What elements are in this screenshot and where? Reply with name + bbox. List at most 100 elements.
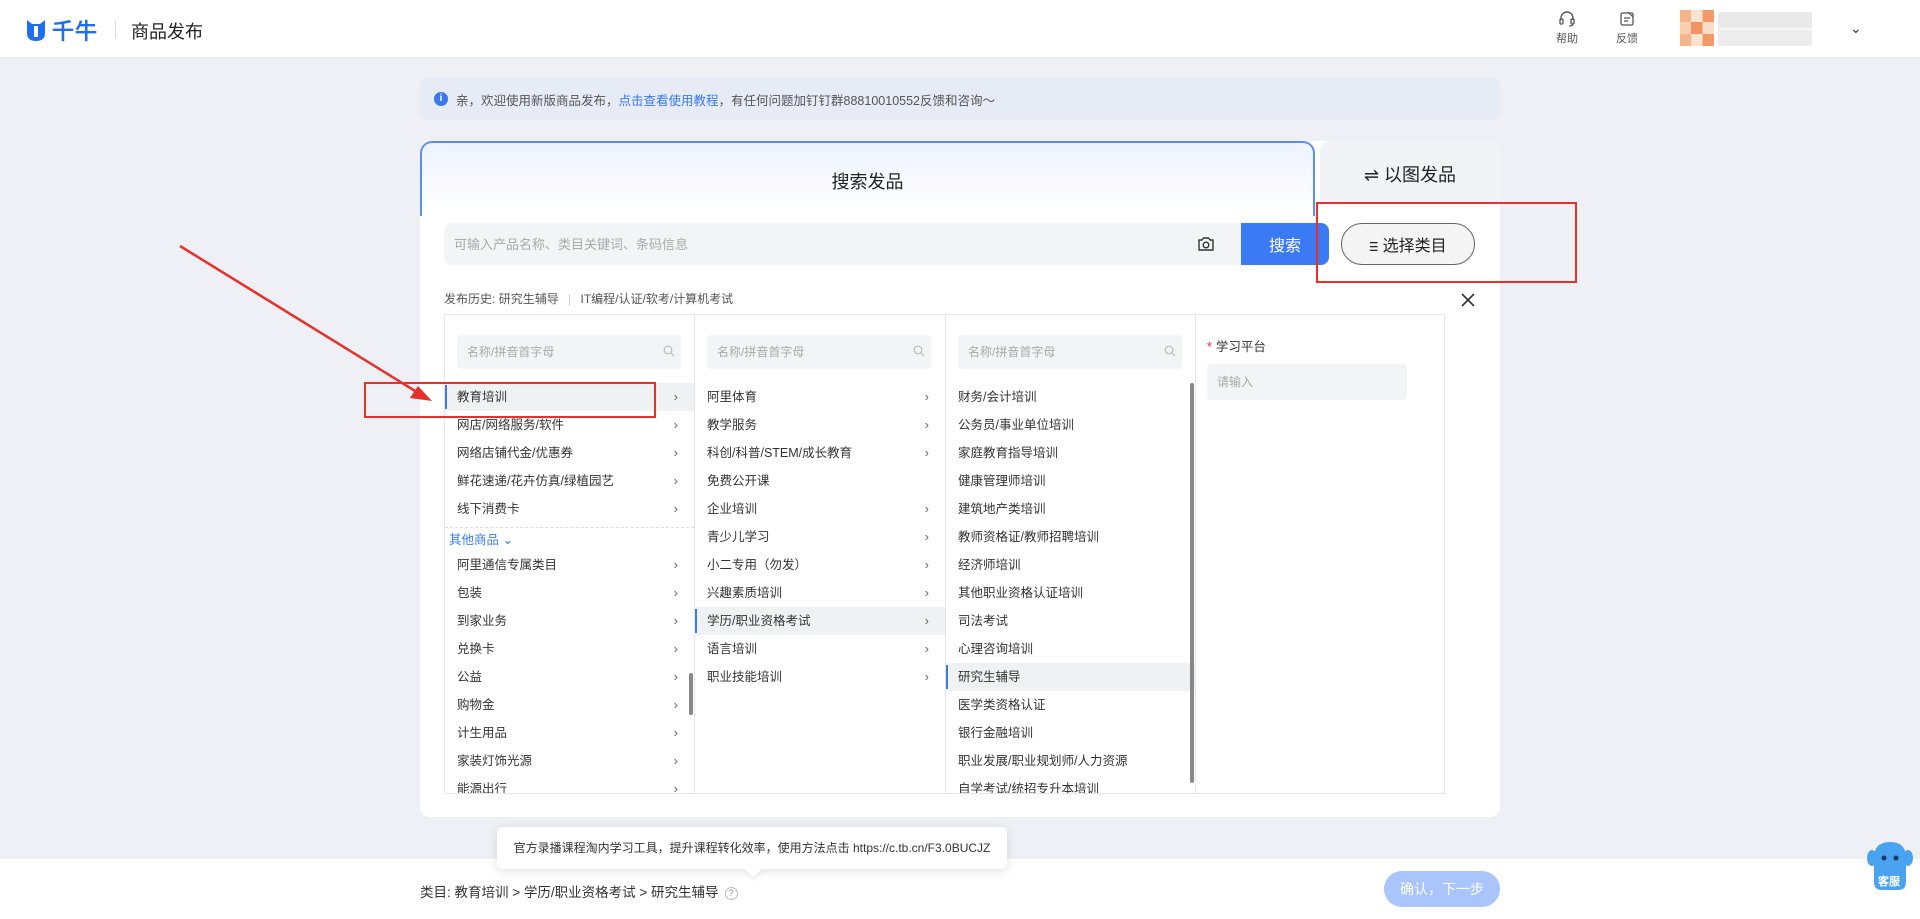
category-item-label: 语言培训 <box>707 642 758 656</box>
category-item[interactable]: 兑换卡 › <box>445 635 694 663</box>
category-item[interactable]: 心理咨询培训 <box>946 635 1195 663</box>
other-goods-toggle[interactable]: 其他商品 ⌄ <box>445 527 694 551</box>
category-item-label: 医学类资格认证 <box>958 698 1046 712</box>
category-item[interactable]: 兴趣素质培训 › <box>695 579 945 607</box>
history-item[interactable]: 研究生辅导 <box>499 292 559 306</box>
category-item[interactable]: 鲜花速递/花卉仿真/绿植园艺 › <box>445 467 694 495</box>
category-item[interactable]: 科创/科普/STEM/成长教育 › <box>695 439 945 467</box>
breadcrumb-text: 类目: 教育培训 > 学历/职业资格考试 > 研究生辅导 <box>420 885 719 900</box>
qianniu-logo[interactable]: 千牛 <box>24 14 98 46</box>
category-item[interactable]: 到家业务 › <box>445 607 694 635</box>
category-item[interactable]: 经济师培训 <box>946 551 1195 579</box>
logo-text: 千牛 <box>52 19 99 44</box>
category-item[interactable]: 财务/会计培训 <box>946 383 1195 411</box>
category-item-label: 小二专用（勿发） <box>707 558 808 572</box>
camera-icon[interactable] <box>1197 235 1215 253</box>
category-item-label: 研究生辅导 <box>958 670 1021 684</box>
column-3-search-input[interactable] <box>958 335 1182 369</box>
close-icon[interactable] <box>1459 291 1477 309</box>
feedback-button[interactable]: 反馈 <box>1607 10 1647 46</box>
category-item[interactable]: 青少儿学习 › <box>695 523 945 551</box>
chevron-right-icon: › <box>673 613 678 628</box>
help-button[interactable]: 帮助 <box>1547 10 1587 46</box>
category-item[interactable]: 能源出行 › <box>445 775 694 793</box>
category-item[interactable]: 医学类资格认证 <box>946 691 1195 719</box>
chevron-right-icon: › <box>673 501 678 516</box>
notice-banner: i 亲，欢迎使用新版商品发布， 点击查看使用教程 ，有任何问题加钉钉群88810… <box>420 78 1500 120</box>
tab-search-publish[interactable]: 搜索发品 <box>420 141 1315 216</box>
category-item-label: 自学考试/统招专升本培训 <box>958 782 1099 793</box>
category-item-label: 到家业务 <box>457 614 508 628</box>
category-item[interactable]: 公益 › <box>445 663 694 691</box>
category-tip-tooltip: 官方录播课程淘内学习工具，提升课程转化效率，使用方法点击 https://c.t… <box>497 827 1007 869</box>
category-item[interactable]: 教学服务 › <box>695 411 945 439</box>
category-item-label: 银行金融培训 <box>958 726 1034 740</box>
category-item[interactable]: 家庭教育指导培训 <box>946 439 1195 467</box>
category-column-3: 财务/会计培训公务员/事业单位培训家庭教育指导培训健康管理师培训建筑地产类培训教… <box>946 315 1196 793</box>
category-item-label: 能源出行 <box>457 782 508 793</box>
category-item[interactable]: 其他职业资格认证培训 <box>946 579 1195 607</box>
category-item[interactable]: 免费公开课 <box>695 467 945 495</box>
category-item[interactable]: 线下消费卡 › <box>445 495 694 523</box>
category-item[interactable]: 计生用品 › <box>445 719 694 747</box>
category-item[interactable]: 职业技能培训 › <box>695 663 945 691</box>
category-item[interactable]: 银行金融培训 <box>946 719 1195 747</box>
category-item[interactable]: 公务员/事业单位培训 <box>946 411 1195 439</box>
column-1-list: 教育培训 › 网店/网络服务/软件 › 网络店铺代金/优惠券 › 鲜花速递/花卉仿真/绿植园… <box>445 383 694 793</box>
category-item[interactable]: 健康管理师培训 <box>946 467 1195 495</box>
study-platform-label-text: 学习平台 <box>1215 340 1266 354</box>
user-name-blurred[interactable] <box>1718 12 1812 46</box>
category-item[interactable]: 自学考试/统招专升本培训 <box>946 775 1195 793</box>
column-3-scrollbar[interactable] <box>1190 383 1194 783</box>
category-item[interactable]: 建筑地产类培训 <box>946 495 1195 523</box>
category-item[interactable]: 网络店铺代金/优惠券 › <box>445 439 694 467</box>
category-item[interactable]: 家装灯饰光源 › <box>445 747 694 775</box>
category-item[interactable]: 阿里通信专属类目 › <box>445 551 694 579</box>
category-item[interactable]: 企业培训 › <box>695 495 945 523</box>
chevron-down-icon[interactable]: ⌄ <box>1850 20 1862 37</box>
category-item[interactable]: 教师资格证/教师招聘培训 <box>946 523 1195 551</box>
avatar[interactable] <box>1680 10 1714 46</box>
help-question-icon[interactable]: ? <box>724 887 738 900</box>
tutorial-link[interactable]: 点击查看使用教程 <box>619 90 719 109</box>
column-2-list: 阿里体育 › 教学服务 › 科创/科普/STEM/成长教育 › 免费公开课 企业培训 › 青少儿学… <box>695 383 945 691</box>
study-platform-input[interactable] <box>1207 364 1407 400</box>
category-item[interactable]: 研究生辅导 <box>946 663 1195 691</box>
column-2-search-input[interactable] <box>707 335 931 369</box>
category-item[interactable]: 购物金 › <box>445 691 694 719</box>
publish-history: 发布历史: 研究生辅导 | IT编程/认证/软考/计算机考试 <box>444 290 733 307</box>
category-item-label: 青少儿学习 <box>707 530 770 544</box>
notice-suffix: ，有任何问题加钉钉群88810010552反馈和咨询～ <box>718 93 996 108</box>
header-divider <box>115 20 116 38</box>
search-input[interactable] <box>454 223 1174 265</box>
category-item[interactable]: 司法考试 <box>946 607 1195 635</box>
search-icon <box>663 345 675 357</box>
category-item-label: 包装 <box>457 586 483 600</box>
category-item[interactable]: 阿里体育 › <box>695 383 945 411</box>
category-item[interactable]: 小二专用（勿发） › <box>695 551 945 579</box>
confirm-next-button[interactable]: 确认，下一步 <box>1384 871 1500 907</box>
qianniu-logo-icon <box>27 20 45 41</box>
column-1-search-input[interactable] <box>457 335 681 369</box>
search-box <box>444 223 1241 265</box>
column-1-scrollbar[interactable] <box>689 673 693 715</box>
chevron-right-icon: › <box>924 641 929 656</box>
chevron-right-icon: › <box>924 585 929 600</box>
category-item[interactable]: 包装 › <box>445 579 694 607</box>
chevron-right-icon: › <box>924 445 929 460</box>
category-item-label: 家装灯饰光源 <box>457 754 533 768</box>
column-3-list: 财务/会计培训 公务员/事业单位培训 家庭教育指导培训健康管理师培训建筑地产类培训教… <box>946 383 1195 793</box>
category-item-label: 健康管理师培训 <box>958 474 1046 488</box>
category-item[interactable]: 学历/职业资格考试 › <box>695 607 945 635</box>
category-item-label: 职业发展/职业规划师/人力资源 <box>958 754 1128 768</box>
category-item-label: 线下消费卡 <box>457 502 520 516</box>
search-icon <box>1164 345 1176 357</box>
chevron-right-icon: › <box>673 473 678 488</box>
tab-image-publish[interactable]: ⇌ 以图发品 <box>1320 141 1500 203</box>
category-item[interactable]: 职业发展/职业规划师/人力资源 <box>946 747 1195 775</box>
category-item-label: 教师资格证/教师招聘培训 <box>958 530 1099 544</box>
category-item[interactable]: 语言培训 › <box>695 635 945 663</box>
history-item[interactable]: IT编程/认证/软考/计算机考试 <box>581 292 734 306</box>
category-item-label: 司法考试 <box>958 614 1009 628</box>
category-item-label: 阿里体育 <box>707 390 758 404</box>
